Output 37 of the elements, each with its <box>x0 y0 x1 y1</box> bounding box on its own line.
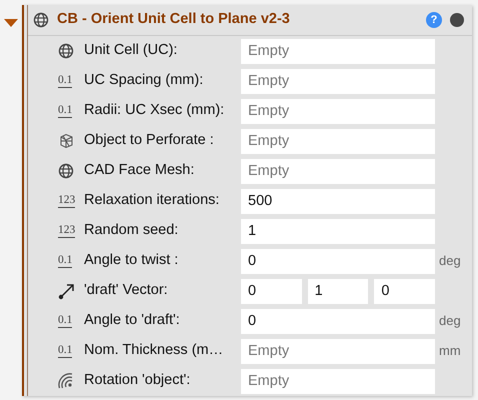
field-label: Radii: UC Xsec (mm): <box>84 101 226 120</box>
field-label: Object to Perforate : <box>84 131 215 150</box>
panel-title: CB - Orient Unit Cell to Plane v2-3 <box>57 10 291 30</box>
globe-icon <box>33 12 49 28</box>
input-field[interactable]: Empty <box>241 128 435 154</box>
input-field[interactable]: Empty <box>241 338 435 364</box>
globe-icon <box>58 43 74 59</box>
input-field[interactable]: 1 <box>308 278 368 304</box>
input-field[interactable]: 500 <box>241 188 435 214</box>
vector-arrow-icon <box>58 282 76 300</box>
input-field[interactable]: Empty <box>241 98 435 124</box>
field-label: Random seed: <box>84 221 180 240</box>
field-label: CAD Face Mesh: <box>84 161 196 180</box>
field-label: Nom. Thickness (m… <box>84 341 224 360</box>
input-field[interactable]: 0 <box>241 308 435 334</box>
field-label: Angle to 'draft': <box>84 311 181 330</box>
globe-icon <box>58 163 74 179</box>
status-dot-icon <box>450 13 464 27</box>
input-field[interactable]: Empty <box>241 38 435 64</box>
field-label: UC Spacing (mm): <box>84 71 204 90</box>
mesh-object-icon <box>58 133 74 149</box>
field-label: Rotation 'object': <box>84 371 192 390</box>
field-label: 'draft' Vector: <box>84 281 169 300</box>
unit-label: deg <box>439 312 461 330</box>
collapse-triangle-icon[interactable] <box>4 18 18 28</box>
unit-label: mm <box>439 342 461 360</box>
input-field[interactable]: 0 <box>241 278 302 304</box>
input-field[interactable]: 0 <box>374 278 436 304</box>
input-field[interactable]: 1 <box>241 218 435 244</box>
field-label: Relaxation iterations: <box>84 191 220 210</box>
input-field[interactable]: Empty <box>241 68 435 94</box>
input-field[interactable]: Empty <box>241 368 435 394</box>
input-field[interactable]: 0 <box>241 248 435 274</box>
field-label: Angle to twist : <box>84 251 180 270</box>
input-field[interactable]: Empty <box>241 158 435 184</box>
unit-label: deg <box>439 252 461 270</box>
field-label: Unit Cell (UC): <box>84 41 178 60</box>
